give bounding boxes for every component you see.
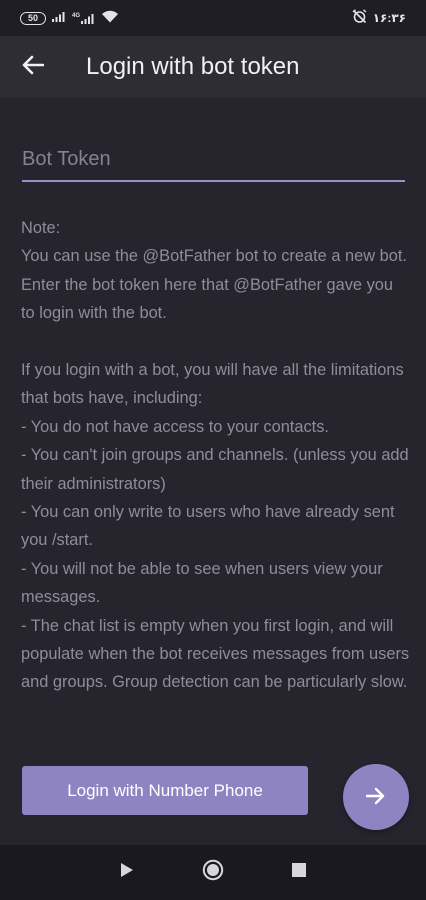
note-line: - You can't join groups and channels. (u… <box>21 446 409 493</box>
nav-recents-button[interactable] <box>256 845 342 900</box>
note-heading: Note: <box>21 219 61 237</box>
nav-home-button[interactable] <box>170 845 256 900</box>
note-spacer <box>21 328 411 356</box>
note-text: Note: You can use the @BotFather bot to … <box>21 214 411 697</box>
clock: ۱۶:۳۶ <box>372 11 406 25</box>
back-button[interactable] <box>16 50 50 84</box>
note-line: You can use the @BotFather bot to create… <box>21 247 407 266</box>
login-with-phone-button[interactable]: Login with Number Phone <box>22 766 308 815</box>
circle-home-icon <box>202 859 224 886</box>
note-line: - You can only write to users who have a… <box>21 503 395 550</box>
page-title: Login with bot token <box>86 53 300 80</box>
nav-back-button[interactable] <box>84 845 170 900</box>
square-recents-icon <box>292 863 306 882</box>
note-line: Enter the bot token here that @BotFather… <box>21 275 393 323</box>
bot-token-input[interactable] <box>22 140 405 178</box>
wifi-icon <box>101 10 119 26</box>
arrow-right-icon <box>365 787 386 808</box>
alarm-off-icon <box>352 9 367 27</box>
status-right: ۱۶:۳۶ <box>352 9 406 27</box>
play-triangle-icon <box>120 862 134 883</box>
app-bar: Login with bot token <box>0 36 426 98</box>
battery-indicator: 50 <box>20 11 46 25</box>
bot-token-field <box>22 140 405 182</box>
system-nav-bar <box>0 845 426 900</box>
note-line: - You will not be able to see when users… <box>21 559 383 607</box>
signal-icon <box>52 11 66 25</box>
arrow-left-icon <box>22 55 45 80</box>
signal-4g-icon: 4G <box>72 13 95 24</box>
note-line: If you login with a bot, you will have a… <box>21 361 404 408</box>
next-button[interactable] <box>343 764 409 830</box>
network-type-label: 4G <box>72 12 81 19</box>
status-bar: 50 4G ۱۶:۳۶ <box>0 0 426 36</box>
status-left: 50 4G <box>20 10 119 26</box>
note-line: - You do not have access to your contact… <box>21 417 329 436</box>
note-line: - The chat list is empty when you first … <box>21 616 410 692</box>
